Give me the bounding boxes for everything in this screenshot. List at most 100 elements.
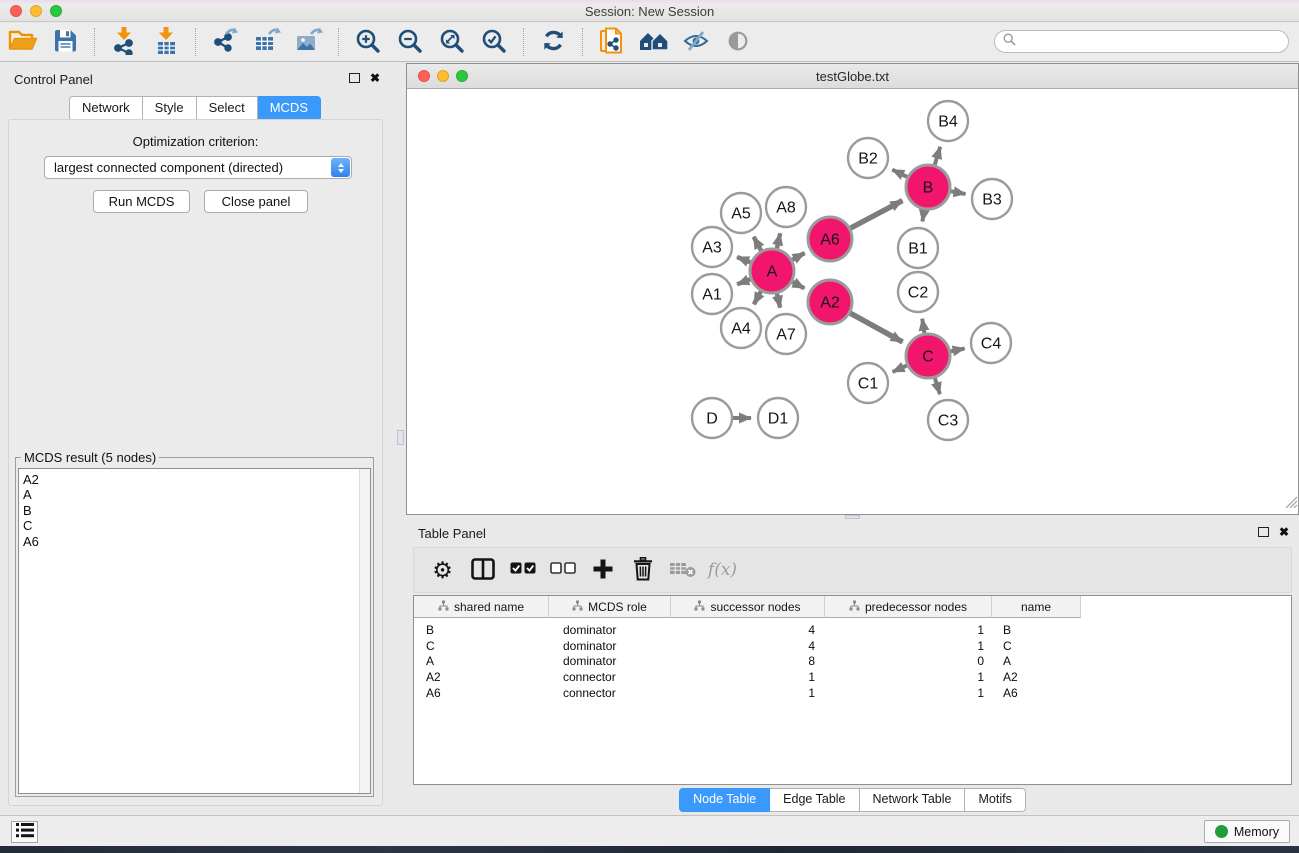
tab-style[interactable]: Style xyxy=(143,96,197,121)
delete-table-button[interactable] xyxy=(669,555,696,585)
hide-selected-button[interactable] xyxy=(675,25,717,59)
graph-node-A3[interactable]: A3 xyxy=(692,227,732,267)
export-image-button[interactable] xyxy=(288,25,330,59)
table-cell[interactable]: A6 xyxy=(414,686,549,700)
column-header-predecessor-nodes[interactable]: predecessor nodes xyxy=(825,596,992,618)
zoom-in-button[interactable] xyxy=(347,25,389,59)
table-cell[interactable]: C xyxy=(414,639,549,653)
table-cell[interactable]: 1 xyxy=(671,686,825,700)
table-cell[interactable]: connector xyxy=(549,686,671,700)
graph-node-B3[interactable]: B3 xyxy=(972,179,1012,219)
split-view-button[interactable] xyxy=(469,555,496,585)
table-cell[interactable]: A2 xyxy=(992,670,1081,684)
deselect-all-button[interactable] xyxy=(549,555,576,585)
graph-node-C1[interactable]: C1 xyxy=(848,363,888,403)
tab-node-table[interactable]: Node Table xyxy=(679,788,770,812)
graph-node-A6[interactable]: A6 xyxy=(808,217,852,261)
splitter-handle-vertical[interactable] xyxy=(397,430,404,445)
graph-node-C2[interactable]: C2 xyxy=(898,272,938,312)
table-cell[interactable]: A6 xyxy=(992,686,1081,700)
graph-node-A8[interactable]: A8 xyxy=(766,187,806,227)
table-panel-close-button[interactable]: ✖ xyxy=(1279,526,1289,538)
column-header-shared-name[interactable]: shared name xyxy=(414,596,549,618)
table-settings-button[interactable]: ⚙ xyxy=(429,555,456,585)
select-all-button[interactable] xyxy=(509,555,536,585)
open-session-button[interactable] xyxy=(2,25,44,59)
control-panel-close-button[interactable]: ✖ xyxy=(370,72,380,84)
graph-node-A7[interactable]: A7 xyxy=(766,314,806,354)
table-cell[interactable]: C xyxy=(992,639,1081,653)
network-close-button[interactable] xyxy=(418,70,430,82)
network-fullscreen-button[interactable] xyxy=(456,70,468,82)
network-minimize-button[interactable] xyxy=(437,70,449,82)
table-row[interactable]: Cdominator41C xyxy=(414,638,1291,654)
graph-node-B4[interactable]: B4 xyxy=(928,101,968,141)
tab-select[interactable]: Select xyxy=(197,96,258,121)
graph-node-B2[interactable]: B2 xyxy=(848,138,888,178)
table-cell[interactable]: A xyxy=(414,654,549,668)
column-header-name[interactable]: name xyxy=(992,596,1081,618)
table-cell[interactable]: 4 xyxy=(671,639,825,653)
graph-node-A[interactable]: A xyxy=(750,249,794,293)
table-row[interactable]: A2connector11A2 xyxy=(414,669,1291,685)
mcds-result-item[interactable]: A2 xyxy=(19,472,370,487)
mcds-result-item[interactable]: A6 xyxy=(19,534,370,549)
close-window-button[interactable] xyxy=(10,5,22,17)
control-panel-float-button[interactable] xyxy=(349,73,360,83)
search-input[interactable] xyxy=(1021,32,1288,51)
mcds-result-item[interactable]: C xyxy=(19,518,370,533)
table-cell[interactable]: 1 xyxy=(825,686,992,700)
zoom-selected-button[interactable] xyxy=(473,25,515,59)
tab-edge-table[interactable]: Edge Table xyxy=(770,788,859,812)
table-row[interactable]: A6connector11A6 xyxy=(414,685,1291,701)
table-cell[interactable]: A xyxy=(992,654,1081,668)
table-cell[interactable]: 1 xyxy=(825,670,992,684)
table-cell[interactable]: connector xyxy=(549,670,671,684)
network-canvas[interactable]: A A1 A2 A3 A4 A5 A6 A7 A8 B B1 B2 B3B4 C C1 C2 C3C4 D D1 xyxy=(407,89,1298,514)
graph-node-C3[interactable]: C3 xyxy=(928,400,968,440)
graph-node-A5[interactable]: A5 xyxy=(721,193,761,233)
criterion-select[interactable]: largest connected component (directed) xyxy=(44,156,352,179)
tab-mcds[interactable]: MCDS xyxy=(258,96,321,121)
graph-node-D[interactable]: D xyxy=(692,398,732,438)
table-cell[interactable]: 1 xyxy=(825,623,992,637)
minimize-window-button[interactable] xyxy=(30,5,42,17)
graph-node-B[interactable]: B xyxy=(906,165,950,209)
graph-node-A1[interactable]: A1 xyxy=(692,274,732,314)
save-session-button[interactable] xyxy=(44,25,86,59)
graph-node-B1[interactable]: B1 xyxy=(898,228,938,268)
table-cell[interactable]: 1 xyxy=(825,639,992,653)
result-scrollbar[interactable] xyxy=(359,469,370,793)
close-panel-button[interactable]: Close panel xyxy=(204,190,308,213)
table-cell[interactable]: 8 xyxy=(671,654,825,668)
task-history-button[interactable] xyxy=(11,821,38,843)
graph-node-A4[interactable]: A4 xyxy=(721,308,761,348)
fullscreen-window-button[interactable] xyxy=(50,5,62,17)
function-builder-button[interactable]: f(x) xyxy=(709,555,736,585)
zoom-out-button[interactable] xyxy=(389,25,431,59)
column-header-mcds-role[interactable]: MCDS role xyxy=(549,596,671,618)
add-row-button[interactable] xyxy=(589,555,616,585)
table-panel-float-button[interactable] xyxy=(1258,527,1269,537)
table-cell[interactable]: 4 xyxy=(671,623,825,637)
delete-row-button[interactable] xyxy=(629,555,656,585)
table-cell[interactable]: 0 xyxy=(825,654,992,668)
graph-node-C4[interactable]: C4 xyxy=(971,323,1011,363)
show-all-button[interactable] xyxy=(717,25,759,59)
graph-node-C[interactable]: C xyxy=(906,334,950,378)
memory-button[interactable]: Memory xyxy=(1204,820,1290,843)
table-cell[interactable]: dominator xyxy=(549,654,671,668)
duplicate-network-button[interactable] xyxy=(591,25,633,59)
mcds-result-item[interactable]: B xyxy=(19,503,370,518)
table-cell[interactable]: dominator xyxy=(549,639,671,653)
table-cell[interactable]: B xyxy=(992,623,1081,637)
graph-node-A2[interactable]: A2 xyxy=(808,280,852,324)
export-table-button[interactable] xyxy=(246,25,288,59)
mcds-result-item[interactable]: A xyxy=(19,487,370,502)
graph-node-D1[interactable]: D1 xyxy=(758,398,798,438)
resize-grip-icon[interactable] xyxy=(1283,494,1297,513)
table-row[interactable]: Bdominator41B xyxy=(414,622,1291,638)
column-header-successor-nodes[interactable]: successor nodes xyxy=(671,596,825,618)
table-cell[interactable]: A2 xyxy=(414,670,549,684)
table-row[interactable]: Adominator80A xyxy=(414,653,1291,669)
